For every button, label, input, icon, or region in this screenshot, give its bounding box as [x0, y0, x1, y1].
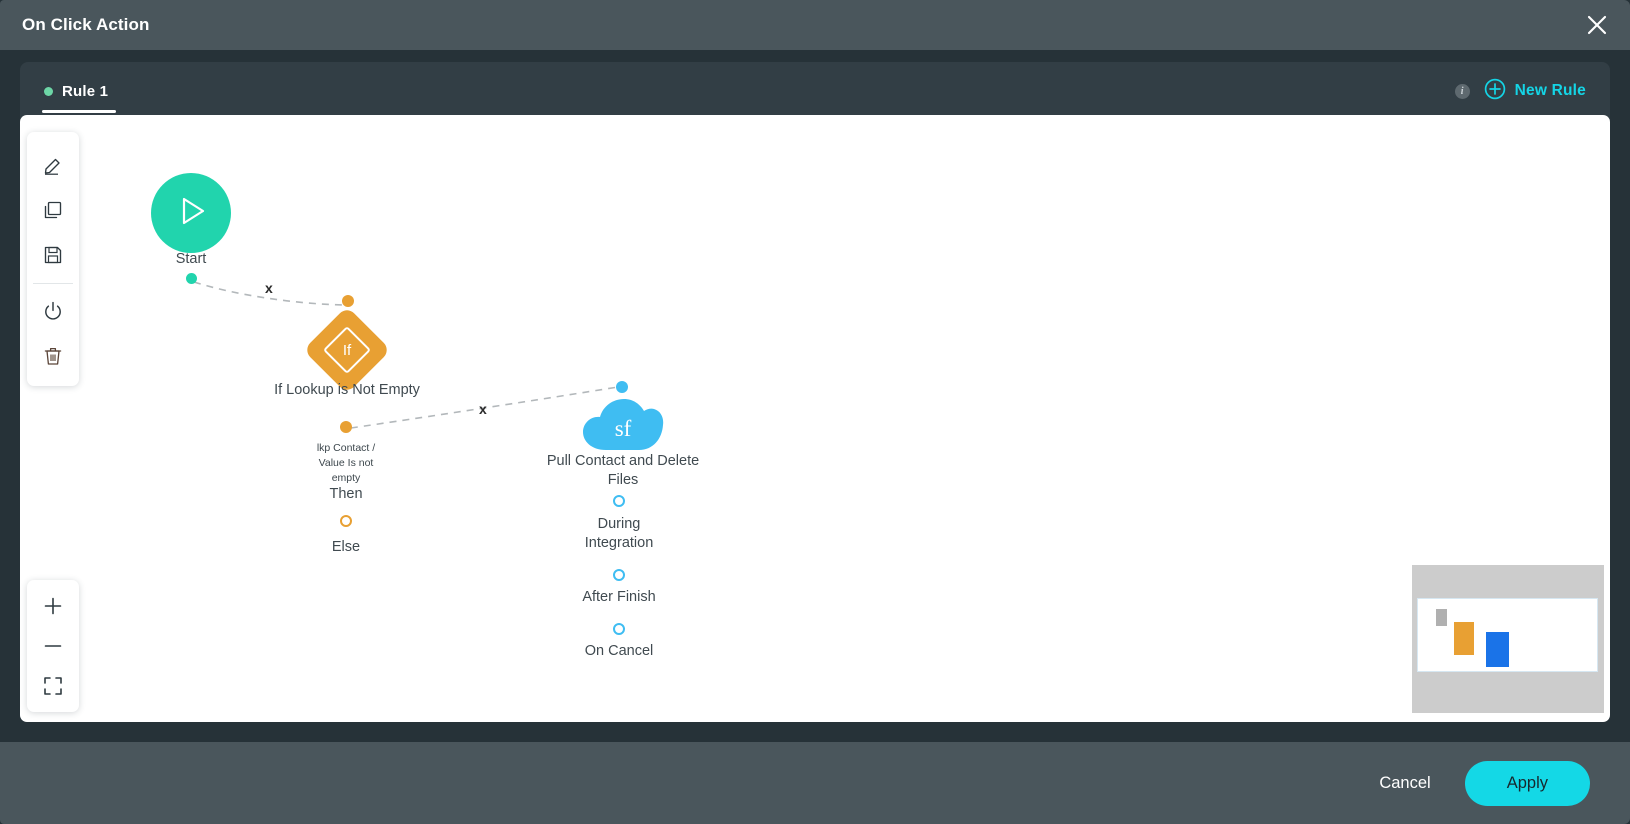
minimap-node-if	[1454, 622, 1474, 655]
minimap-node-start	[1436, 609, 1447, 626]
cancel-button[interactable]: Cancel	[1355, 764, 1454, 803]
port-sf-after-finish[interactable]	[613, 569, 625, 581]
port-if-then-sublabel: lkp Contact / Value Is not empty	[316, 442, 376, 484]
new-rule-button[interactable]: New Rule	[1484, 78, 1586, 105]
port-sf-in[interactable]	[616, 381, 628, 393]
node-start[interactable]	[151, 173, 231, 253]
minimap-node-sf	[1486, 632, 1509, 667]
close-icon[interactable]	[1572, 0, 1622, 50]
port-if-else[interactable]	[340, 515, 352, 527]
flow-edges	[193, 281, 619, 429]
save-tool[interactable]	[31, 232, 75, 277]
edge-start-if-delete[interactable]: x	[265, 280, 273, 296]
info-icon[interactable]: i	[1454, 83, 1470, 99]
minimap-viewport[interactable]	[1417, 598, 1598, 672]
rule-tabbar: Rule 1 i New Rule	[0, 50, 1630, 120]
minus-icon	[44, 645, 62, 647]
if-inner-diamond	[322, 325, 372, 375]
apply-button[interactable]: Apply	[1464, 760, 1590, 806]
zoom-controls	[27, 580, 79, 712]
node-if-label: If Lookup is Not Empty	[274, 382, 420, 398]
save-icon	[44, 246, 62, 263]
new-rule-label: New Rule	[1514, 82, 1586, 99]
port-if-then[interactable]	[340, 421, 352, 433]
edge-then-sf-delete[interactable]: x	[479, 401, 487, 417]
fit-screen-button[interactable]	[31, 666, 75, 706]
copy-icon	[44, 201, 62, 218]
port-if-else-label: Else	[331, 539, 361, 555]
node-start-label: Start	[175, 251, 207, 267]
minimap[interactable]	[1412, 565, 1604, 713]
port-if-in[interactable]	[342, 295, 354, 307]
trash-icon	[44, 347, 62, 365]
node-salesforce-label: Pull Contact and Delete Files	[546, 453, 700, 488]
fit-screen-icon	[44, 677, 62, 695]
tab-rule-1[interactable]: Rule 1	[42, 62, 117, 120]
power-tool[interactable]	[31, 288, 75, 333]
duplicate-tool[interactable]	[31, 187, 75, 232]
port-if-then-label: Then	[329, 486, 363, 502]
power-icon	[45, 301, 61, 320]
canvas-toolbar	[27, 132, 79, 386]
edit-tool[interactable]	[31, 142, 75, 187]
delete-tool[interactable]	[31, 333, 75, 378]
toolbar-divider	[33, 283, 73, 284]
on-click-action-dialog: On Click Action Rule 1 i New Rule Start …	[0, 0, 1630, 824]
port-sf-during-integration-label: During Integration	[584, 516, 654, 551]
play-icon	[170, 190, 212, 237]
port-sf-after-finish-label: After Finish	[582, 589, 656, 605]
flow-canvas[interactable]: Start x If If Lookup is Not Empty lkp Co…	[20, 115, 1610, 722]
page-title: On Click Action	[22, 15, 150, 34]
dialog-header: On Click Action	[0, 0, 1630, 50]
plus-icon	[44, 597, 62, 615]
zoom-out-button[interactable]	[31, 626, 75, 666]
port-sf-on-cancel-label: On Cancel	[584, 643, 654, 659]
port-sf-during-integration[interactable]	[613, 495, 625, 507]
zoom-in-button[interactable]	[31, 586, 75, 626]
node-salesforce[interactable]	[582, 394, 664, 452]
pencil-icon	[44, 158, 60, 175]
rule-status-dot	[44, 86, 53, 96]
port-sf-on-cancel[interactable]	[613, 623, 625, 635]
port-start-out[interactable]	[186, 273, 197, 284]
tab-active-underline	[42, 110, 117, 113]
dialog-footer: Cancel Apply	[0, 742, 1630, 824]
plus-circle-icon	[1484, 78, 1506, 105]
tab-rule-1-label: Rule 1	[62, 82, 109, 100]
